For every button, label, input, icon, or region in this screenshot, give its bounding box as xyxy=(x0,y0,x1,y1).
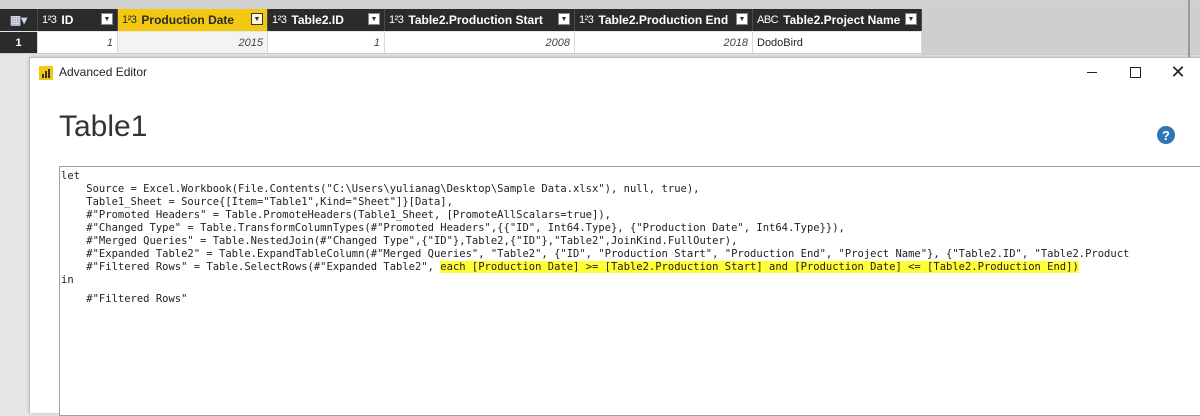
maximize-button[interactable] xyxy=(1123,61,1147,83)
code-line: Table1_Sheet = Source{[Item="Table1",Kin… xyxy=(61,196,453,208)
code-line: #"Promoted Headers" = Table.PromoteHeade… xyxy=(61,209,611,221)
cell-production-date[interactable]: 2015 xyxy=(118,32,268,53)
column-header-table2-production-start[interactable]: 1²3 Table2.Production Start ▼ xyxy=(385,9,575,31)
number-type-icon[interactable]: 1²3 xyxy=(122,14,137,26)
text-type-icon[interactable]: ABC xyxy=(757,14,779,26)
grid-header: ▦▾ 1²3 ID ▼ 1²3 Production Date ▼ 1²3 Ta… xyxy=(0,9,922,31)
row-number[interactable]: 1 xyxy=(0,32,38,53)
column-header-id[interactable]: 1²3 ID ▼ xyxy=(38,9,118,31)
filter-dropdown-icon[interactable]: ▼ xyxy=(101,13,113,25)
code-line: in xyxy=(61,274,74,286)
minimize-icon xyxy=(1087,71,1097,73)
column-header-production-date[interactable]: 1²3 Production Date ▼ xyxy=(118,9,268,31)
filter-dropdown-icon[interactable]: ▼ xyxy=(558,13,570,25)
close-button[interactable]: ✕ xyxy=(1166,61,1190,83)
code-line: #"Filtered Rows" xyxy=(61,293,188,305)
window-title: Advanced Editor xyxy=(59,65,148,79)
code-line: #"Changed Type" = Table.TransformColumnT… xyxy=(61,222,845,234)
cell-table2-id[interactable]: 1 xyxy=(268,32,385,53)
close-icon: ✕ xyxy=(1170,61,1186,82)
grid-empty-area xyxy=(922,9,1200,55)
highlighted-code: each [Production Date] >= [Table2.Produc… xyxy=(440,261,1079,273)
column-header-table2-project-name[interactable]: ABC Table2.Project Name ▼ xyxy=(753,9,922,31)
code-line: Source = Excel.Workbook(File.Contents("C… xyxy=(61,183,700,195)
help-icon[interactable]: ? xyxy=(1157,126,1175,144)
column-header-table2-id[interactable]: 1²3 Table2.ID ▼ xyxy=(268,9,385,31)
minimize-button[interactable] xyxy=(1080,61,1104,83)
advanced-editor-window: Advanced Editor ✕ Table1 ? let Source = … xyxy=(29,57,1200,416)
cell-production-start[interactable]: 2008 xyxy=(385,32,575,53)
code-line: #"Merged Queries" = Table.NestedJoin(#"C… xyxy=(61,235,738,247)
filter-dropdown-icon[interactable]: ▼ xyxy=(736,13,748,25)
code-line: let xyxy=(61,170,80,182)
cell-id[interactable]: 1 xyxy=(38,32,118,53)
number-type-icon[interactable]: 1²3 xyxy=(389,14,404,26)
query-name-title: Table1 xyxy=(59,110,148,143)
number-type-icon[interactable]: 1²3 xyxy=(42,14,57,26)
maximize-icon xyxy=(1129,66,1141,78)
code-line: #"Expanded Table2" = Table.ExpandTableCo… xyxy=(61,248,1130,260)
table-menu-icon[interactable]: ▦▾ xyxy=(0,9,38,31)
filter-applied-icon[interactable]: ▼ xyxy=(251,13,263,25)
power-bi-icon xyxy=(39,66,53,80)
data-grid: ▦▾ 1²3 ID ▼ 1²3 Production Date ▼ 1²3 Ta… xyxy=(0,0,1200,55)
column-header-table2-production-end[interactable]: 1²3 Table2.Production End ▼ xyxy=(575,9,753,31)
code-segment: #"Filtered Rows" = Table.SelectRows(#"Ex… xyxy=(61,261,441,273)
table-row: 1 1 2015 1 2008 2018 DodoBird xyxy=(0,32,922,54)
filter-dropdown-icon[interactable]: ▼ xyxy=(368,13,380,25)
cell-production-end[interactable]: 2018 xyxy=(575,32,753,53)
scroll-divider xyxy=(1188,0,1190,60)
window-titlebar[interactable]: Advanced Editor ✕ xyxy=(30,58,1200,86)
cell-project-name[interactable]: DodoBird xyxy=(753,32,922,53)
number-type-icon[interactable]: 1²3 xyxy=(272,14,287,26)
filter-dropdown-icon[interactable]: ▼ xyxy=(905,13,917,25)
code-editor[interactable]: let Source = Excel.Workbook(File.Content… xyxy=(59,166,1200,416)
number-type-icon[interactable]: 1²3 xyxy=(579,14,594,26)
code-line: #"Filtered Rows" = Table.SelectRows(#"Ex… xyxy=(61,261,1079,274)
